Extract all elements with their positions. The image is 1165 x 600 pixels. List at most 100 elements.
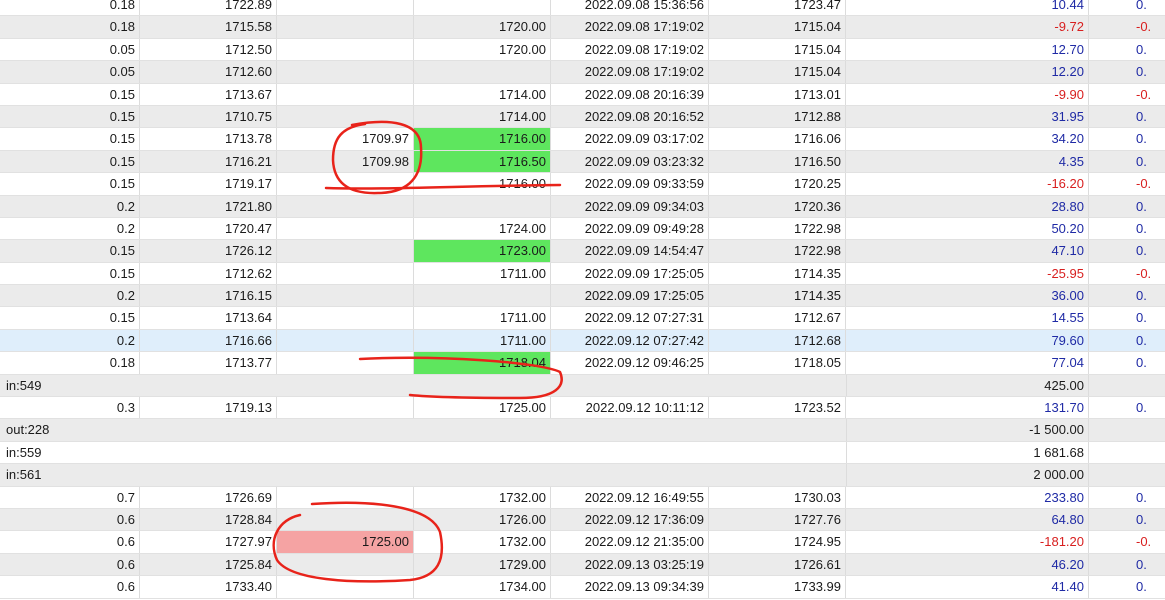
volume-cell: 0.6 [0,508,140,531]
tp-cell: 1714.00 [414,105,551,128]
trade-row[interactable]: 0.18 1715.58 1720.00 2022.09.08 17:19:02 171… [0,16,1165,39]
open-price-cell: 1712.60 [140,61,277,83]
trade-row[interactable]: 0.2 1716.66 1711.00 2022.09.12 07:27:42 1712… [0,329,1165,353]
trade-row[interactable]: 0.15 1713.64 1711.00 2022.09.12 07:27:31 171… [0,307,1165,330]
trade-row[interactable]: 0.6 1728.84 1726.00 2022.09.12 17:36:09 1727… [0,508,1165,532]
trade-row[interactable]: 0.15 1719.17 1716.00 2022.09.09 09:33:59 172… [0,173,1165,196]
sl-cell [277,105,414,128]
open-price-cell: 1712.62 [140,262,277,285]
close-price-cell: 1720.36 [709,195,846,217]
tp-cell: 1718.04 [414,352,551,374]
tp-cell [414,61,551,83]
close-price-cell: 1724.95 [709,531,846,553]
close-time-cell: 2022.09.09 17:25:05 [551,285,709,307]
balance-row[interactable]: in:559 1 681.68 [0,441,1165,465]
balance-row[interactable]: in:561 2 000.00 [0,464,1165,487]
close-time-cell: 2022.09.08 17:19:02 [551,16,709,38]
tp-cell: 1723.00 [414,240,551,262]
truncated-cell: 0. [1089,352,1165,373]
volume-cell: 0.18 [0,16,140,38]
open-price-cell: 1710.75 [140,105,277,128]
trade-row[interactable]: 0.3 1719.13 1725.00 2022.09.12 10:11:12 1723… [0,397,1165,420]
trade-row[interactable]: 0.15 1712.62 1711.00 2022.09.09 17:25:05 171… [0,262,1165,286]
close-time-cell: 2022.09.08 17:19:02 [551,61,709,83]
sl-cell [277,38,414,61]
balance-amount: -1 500.00 [846,419,1089,441]
profit-cell: -25.95 [846,262,1089,285]
empty-cell [1089,375,1165,396]
trade-row[interactable]: 0.15 1726.12 1723.00 2022.09.09 14:54:47 172… [0,240,1165,263]
profit-cell: 4.35 [846,150,1089,173]
trade-row[interactable]: 0.05 1712.50 1720.00 2022.09.08 17:19:02 171… [0,38,1165,62]
open-price-cell: 1720.47 [140,217,277,240]
close-price-cell: 1715.04 [709,16,846,38]
volume-cell: 0.7 [0,486,140,508]
profit-cell: 10.44 [846,0,1089,16]
profit-cell: 14.55 [846,307,1089,329]
close-time-cell: 2022.09.09 14:54:47 [551,240,709,262]
truncated-cell: -0. [1089,531,1165,552]
trade-row[interactable]: 0.2 1720.47 1724.00 2022.09.09 09:49:28 1722… [0,217,1165,241]
balance-row[interactable]: in:549 425.00 [0,374,1165,398]
trade-row[interactable]: 0.6 1727.97 1725.00 1732.00 2022.09.12 21:35… [0,531,1165,554]
trade-row[interactable]: 0.2 1716.15 2022.09.09 17:25:05 1714.35 36.0… [0,285,1165,308]
sl-cell [277,262,414,285]
open-price-cell: 1721.80 [140,195,277,217]
close-price-cell: 1727.76 [709,508,846,531]
volume-cell: 0.6 [0,553,140,576]
tp-cell [414,195,551,217]
truncated-cell: 0. [1089,240,1165,261]
trade-row[interactable]: 0.6 1725.84 1729.00 2022.09.13 03:25:19 1726… [0,553,1165,577]
volume-cell: 0.6 [0,531,140,553]
trade-row[interactable]: 0.18 1722.89 2022.09.08 15:36:56 1723.47 10.… [0,0,1165,17]
trade-row[interactable]: 0.2 1721.80 2022.09.09 09:34:03 1720.36 28.8… [0,195,1165,218]
open-price-cell: 1716.21 [140,150,277,173]
close-price-cell: 1722.98 [709,240,846,262]
truncated-cell: 0. [1089,196,1165,217]
open-price-cell: 1713.64 [140,307,277,329]
profit-cell: 50.20 [846,217,1089,240]
close-price-cell: 1733.99 [709,576,846,598]
close-price-cell: 1712.67 [709,307,846,329]
close-price-cell: 1713.01 [709,83,846,105]
volume-cell: 0.15 [0,173,140,195]
sl-cell [277,576,414,598]
profit-cell: -9.72 [846,16,1089,38]
trade-row[interactable]: 0.15 1713.78 1709.97 1716.00 2022.09.09 03:1… [0,128,1165,151]
truncated-cell: 0. [1089,554,1165,575]
close-price-cell: 1723.47 [709,0,846,16]
tp-cell: 1716.50 [414,150,551,173]
trade-row[interactable]: 0.15 1713.67 1714.00 2022.09.08 20:16:39 171… [0,83,1165,106]
open-price-cell: 1726.69 [140,486,277,508]
open-price-cell: 1722.89 [140,0,277,16]
close-time-cell: 2022.09.12 16:49:55 [551,486,709,508]
close-price-cell: 1712.68 [709,329,846,352]
truncated-cell: -0. [1089,16,1165,37]
trade-row[interactable]: 0.18 1713.77 1718.04 2022.09.12 09:46:25 171… [0,352,1165,375]
close-time-cell: 2022.09.09 17:25:05 [551,262,709,285]
volume-cell: 0.05 [0,38,140,61]
trade-row[interactable]: 0.15 1710.75 1714.00 2022.09.08 20:16:52 171… [0,105,1165,129]
volume-cell: 0.15 [0,128,140,150]
balance-row[interactable]: out:228 -1 500.00 [0,419,1165,442]
volume-cell: 0.05 [0,61,140,83]
profit-cell: 28.80 [846,195,1089,217]
trade-row[interactable]: 0.7 1726.69 1732.00 2022.09.12 16:49:55 1730… [0,486,1165,509]
trade-row[interactable]: 0.05 1712.60 2022.09.08 17:19:02 1715.04 12.… [0,61,1165,84]
truncated-cell: 0. [1089,151,1165,172]
profit-cell: -16.20 [846,173,1089,195]
trade-row[interactable]: 0.15 1716.21 1709.98 1716.50 2022.09.09 03:2… [0,150,1165,174]
open-price-cell: 1733.40 [140,576,277,598]
sl-cell [277,217,414,240]
trade-row[interactable]: 0.6 1733.40 1734.00 2022.09.13 09:34:39 1733… [0,576,1165,599]
truncated-cell: 0. [1089,509,1165,530]
open-price-cell: 1713.67 [140,83,277,105]
close-time-cell: 2022.09.12 10:11:12 [551,397,709,419]
truncated-cell: -0. [1089,263,1165,284]
close-time-cell: 2022.09.09 09:34:03 [551,195,709,217]
volume-cell: 0.18 [0,0,140,16]
sl-cell [277,307,414,329]
close-price-cell: 1720.25 [709,173,846,195]
profit-cell: -181.20 [846,531,1089,553]
tp-cell: 1726.00 [414,508,551,531]
